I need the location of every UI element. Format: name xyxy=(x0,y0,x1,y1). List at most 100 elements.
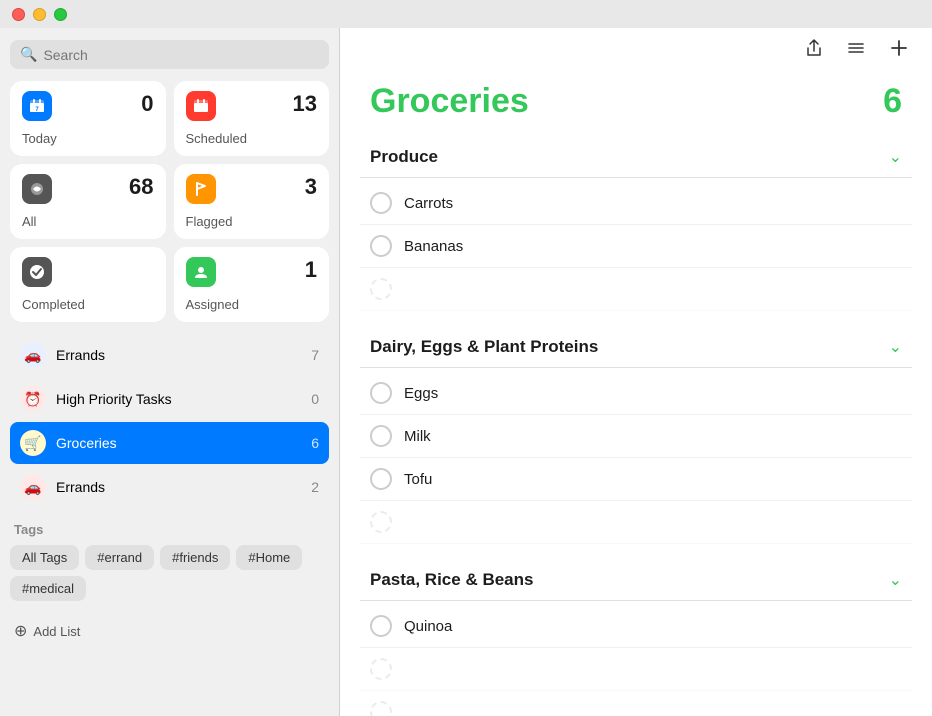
today-label: Today xyxy=(22,131,154,146)
smart-list-assigned[interactable]: 1 Assigned xyxy=(174,247,330,322)
task-circle-pasta-empty2[interactable] xyxy=(370,701,392,716)
section-dairy-chevron: ⌄ xyxy=(889,337,902,357)
all-icon xyxy=(22,174,52,204)
list-options-button[interactable] xyxy=(844,36,868,65)
smart-list-all[interactable]: 68 All xyxy=(10,164,166,239)
section-pasta-title: Pasta, Rice & Beans xyxy=(370,570,533,590)
add-task-button[interactable] xyxy=(886,35,912,66)
share-button[interactable] xyxy=(802,36,826,65)
section-produce-header[interactable]: Produce ⌄ xyxy=(360,137,912,178)
task-circle-milk[interactable] xyxy=(370,425,392,447)
task-name-carrots: Carrots xyxy=(404,195,453,212)
smart-list-today[interactable]: 7 0 Today xyxy=(10,81,166,156)
completed-label: Completed xyxy=(22,297,154,312)
scheduled-count: 13 xyxy=(293,91,317,117)
assigned-icon xyxy=(186,257,216,287)
all-count: 68 xyxy=(129,174,153,200)
flagged-label: Flagged xyxy=(186,214,318,229)
list-title: Groceries xyxy=(370,82,529,121)
task-milk: Milk xyxy=(360,415,912,458)
section-produce-title: Produce xyxy=(370,147,438,167)
smart-lists-grid: 7 0 Today 13 Scheduled xyxy=(10,81,329,322)
errands1-label: Errands xyxy=(56,347,301,363)
flagged-count: 3 xyxy=(305,174,317,200)
search-input[interactable] xyxy=(43,47,319,63)
task-name-eggs: Eggs xyxy=(404,385,438,402)
task-name-tofu: Tofu xyxy=(404,471,432,488)
groceries-label: Groceries xyxy=(56,435,301,451)
task-name-milk: Milk xyxy=(404,428,431,445)
section-produce-chevron: ⌄ xyxy=(889,147,902,167)
assigned-label: Assigned xyxy=(186,297,318,312)
tag-errand[interactable]: #errand xyxy=(85,545,154,570)
list-item-errands1[interactable]: 🚗 Errands 7 xyxy=(10,334,329,376)
task-circle-produce-empty[interactable] xyxy=(370,278,392,300)
list-item-errands2[interactable]: 🚗 Errands 2 xyxy=(10,466,329,508)
assigned-count: 1 xyxy=(305,257,317,283)
add-list-button[interactable]: ⊕ Add List xyxy=(10,613,329,649)
minimize-button[interactable] xyxy=(33,8,46,21)
task-carrots: Carrots xyxy=(360,182,912,225)
lists-section: 🚗 Errands 7 ⏰ High Priority Tasks 0 🛒 Gr… xyxy=(10,334,329,508)
tag-medical[interactable]: #medical xyxy=(10,576,86,601)
errands2-icon: 🚗 xyxy=(20,474,46,500)
tag-all-tags[interactable]: All Tags xyxy=(10,545,79,570)
task-circle-carrots[interactable] xyxy=(370,192,392,214)
close-button[interactable] xyxy=(12,8,25,21)
task-dairy-empty xyxy=(360,501,912,544)
errands2-count: 2 xyxy=(311,479,319,495)
section-pasta-chevron: ⌄ xyxy=(889,570,902,590)
smart-list-completed[interactable]: Completed xyxy=(10,247,166,322)
scheduled-label: Scheduled xyxy=(186,131,318,146)
today-count: 0 xyxy=(141,91,153,117)
list-total: 6 xyxy=(883,82,902,121)
smart-list-scheduled[interactable]: 13 Scheduled xyxy=(174,81,330,156)
add-list-label: Add List xyxy=(33,624,80,639)
section-pasta: Pasta, Rice & Beans ⌄ Quinoa xyxy=(360,560,912,716)
task-quinoa: Quinoa xyxy=(360,605,912,648)
tasks-scroll[interactable]: Produce ⌄ Carrots Bananas Dairy, xyxy=(340,137,932,716)
scheduled-icon xyxy=(186,91,216,121)
section-dairy: Dairy, Eggs & Plant Proteins ⌄ Eggs Milk… xyxy=(360,327,912,544)
list-item-groceries[interactable]: 🛒 Groceries 6 xyxy=(10,422,329,464)
task-circle-dairy-empty[interactable] xyxy=(370,511,392,533)
task-circle-eggs[interactable] xyxy=(370,382,392,404)
task-tofu: Tofu xyxy=(360,458,912,501)
completed-icon xyxy=(22,257,52,287)
fullscreen-button[interactable] xyxy=(54,8,67,21)
tags-grid: All Tags #errand #friends #Home #medical xyxy=(10,545,329,601)
errands1-icon: 🚗 xyxy=(20,342,46,368)
task-pasta-empty2 xyxy=(360,691,912,716)
task-bananas: Bananas xyxy=(360,225,912,268)
task-circle-quinoa[interactable] xyxy=(370,615,392,637)
list-header: Groceries 6 xyxy=(340,72,932,137)
section-dairy-title: Dairy, Eggs & Plant Proteins xyxy=(370,337,598,357)
task-circle-tofu[interactable] xyxy=(370,468,392,490)
task-circle-pasta-empty1[interactable] xyxy=(370,658,392,680)
section-pasta-header[interactable]: Pasta, Rice & Beans ⌄ xyxy=(360,560,912,601)
plus-icon: ⊕ xyxy=(14,621,27,641)
tag-friends[interactable]: #friends xyxy=(160,545,230,570)
task-circle-bananas[interactable] xyxy=(370,235,392,257)
smart-list-flagged[interactable]: 3 Flagged xyxy=(174,164,330,239)
tags-heading: Tags xyxy=(10,522,329,537)
tag-home[interactable]: #Home xyxy=(236,545,302,570)
toolbar xyxy=(340,28,932,72)
search-icon: 🔍 xyxy=(20,46,37,63)
main-content: Groceries 6 Produce ⌄ Carrots Bananas xyxy=(340,28,932,716)
highpriority-icon: ⏰ xyxy=(20,386,46,412)
search-bar[interactable]: 🔍 xyxy=(10,40,329,69)
task-pasta-empty1 xyxy=(360,648,912,691)
section-produce: Produce ⌄ Carrots Bananas xyxy=(360,137,912,311)
all-label: All xyxy=(22,214,154,229)
task-eggs: Eggs xyxy=(360,372,912,415)
section-dairy-header[interactable]: Dairy, Eggs & Plant Proteins ⌄ xyxy=(360,327,912,368)
flagged-icon xyxy=(186,174,216,204)
highpriority-count: 0 xyxy=(311,391,319,407)
title-bar xyxy=(0,0,932,28)
groceries-icon: 🛒 xyxy=(20,430,46,456)
groceries-count: 6 xyxy=(311,435,319,451)
list-item-highpriority[interactable]: ⏰ High Priority Tasks 0 xyxy=(10,378,329,420)
task-name-bananas: Bananas xyxy=(404,238,463,255)
errands1-count: 7 xyxy=(311,347,319,363)
